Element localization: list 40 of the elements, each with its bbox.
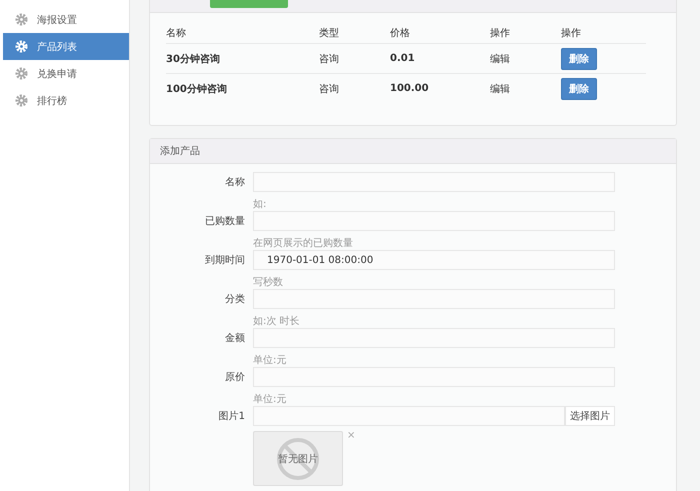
field-label: 金额 xyxy=(224,332,246,345)
field-label: 图片1 xyxy=(218,410,246,423)
table-cell: 30分钟咨询 xyxy=(166,44,319,74)
sidebar-item[interactable]: 排行榜 xyxy=(3,87,129,114)
help-text: 写秒数 xyxy=(253,277,284,289)
gear-icon xyxy=(15,94,28,107)
table-cell: 100.00 xyxy=(390,74,490,103)
gear-icon xyxy=(15,40,28,53)
help-text: 如: xyxy=(253,199,268,211)
table-cell: 0.01 xyxy=(390,44,490,74)
delete-button[interactable]: 删除 xyxy=(561,78,597,100)
column-header: 价格 xyxy=(390,23,490,44)
delete-button[interactable]: 删除 xyxy=(561,48,597,70)
field-label: 名称 xyxy=(224,176,246,189)
placeholder-text: 暂无图片 xyxy=(278,452,318,466)
table-cell: 咨询 xyxy=(319,44,390,74)
field-label: 原价 xyxy=(224,371,246,384)
sidebar-item[interactable]: 兑换申请 xyxy=(3,60,129,87)
field-label: 分类 xyxy=(224,292,246,306)
field-label: 到期时间 xyxy=(204,254,246,267)
column-header: 操作 xyxy=(490,23,561,44)
column-header: 类型 xyxy=(319,23,390,44)
input-field[interactable]: 1970-01-01 08:00:00 xyxy=(253,250,615,270)
input-field[interactable] xyxy=(253,406,565,426)
help-text: 单位:元 xyxy=(253,355,288,367)
help-text: 如:次 时长 xyxy=(253,316,301,328)
help-text: 在网页展示的已购数量 xyxy=(253,238,354,250)
column-header: 名称 xyxy=(166,23,319,44)
panel-title: 添加产品 xyxy=(150,139,676,164)
column-header: 操作 xyxy=(561,23,646,44)
no-image-icon xyxy=(276,436,320,480)
help-text: 单位:元 xyxy=(253,394,288,406)
sidebar-item[interactable]: 产品列表 xyxy=(3,33,129,60)
sidebar-item[interactable]: 海报设置 xyxy=(3,6,129,33)
gear-icon xyxy=(15,67,28,80)
table-cell: 100分钟咨询 xyxy=(166,74,319,103)
choose-image-button[interactable]: 选择图片 xyxy=(565,406,615,426)
gear-icon xyxy=(15,13,28,26)
field-label: 已购数量 xyxy=(204,215,246,228)
table-cell: 咨询 xyxy=(319,74,390,103)
